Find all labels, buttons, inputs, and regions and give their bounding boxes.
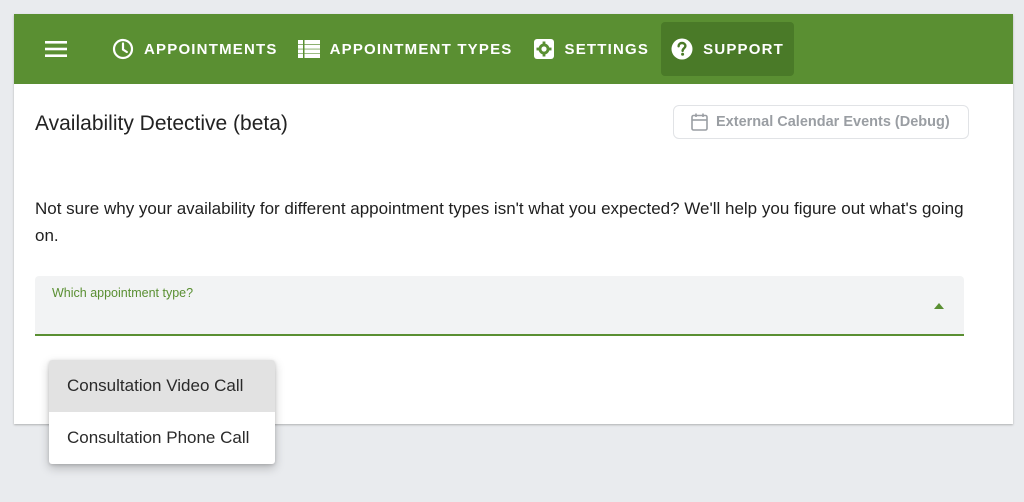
nav-appointments[interactable]: APPOINTMENTS [104,22,286,76]
question-icon [671,38,693,60]
nav-settings[interactable]: SETTINGS [525,22,658,76]
description-text: Not sure why your availability for diffe… [35,199,964,245]
caret-up-icon[interactable] [934,303,944,309]
appointment-type-select[interactable]: Which appointment type? [35,276,964,336]
calendar-icon [691,113,708,131]
list-icon [297,40,320,58]
option-consultation-video-call[interactable]: Consultation Video Call [49,360,275,412]
option-consultation-phone-call[interactable]: Consultation Phone Call [49,412,275,464]
nav-support-label: SUPPORT [703,40,785,58]
clock-icon [112,38,134,60]
hamburger-icon [45,41,67,57]
nav-appointment-types[interactable]: APPOINTMENT TYPES [290,22,521,76]
nav-settings-label: SETTINGS [564,40,650,58]
external-calendar-events-button[interactable]: External Calendar Events (Debug) [673,105,969,139]
appointment-type-dropdown: Consultation Video Call Consultation Pho… [49,360,275,464]
gear-icon [533,39,554,59]
external-calendar-events-label: External Calendar Events (Debug) [716,114,950,130]
menu-button[interactable] [36,29,76,69]
nav-support[interactable]: SUPPORT [661,22,795,76]
nav-appointments-label: APPOINTMENTS [144,40,278,58]
nav-appointment-types-label: APPOINTMENT TYPES [329,40,513,58]
page-title: Availability Detective (beta) [35,112,288,135]
top-navbar: APPOINTMENTS APPOINTMENT TYPES SETTINGS [14,14,1013,84]
appointment-type-select-label: Which appointment type? [52,286,194,300]
